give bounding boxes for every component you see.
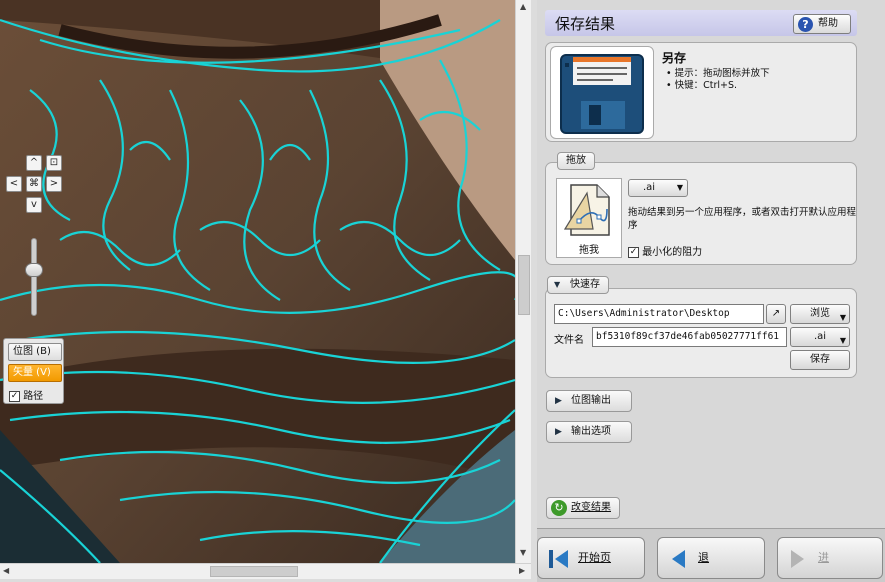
- forward-label: 进: [818, 551, 829, 564]
- chevron-down-icon: ▼: [676, 183, 683, 192]
- output-options-button[interactable]: ▶ 输出选项: [546, 421, 632, 443]
- path-toggle[interactable]: ✓ 路径: [9, 387, 43, 402]
- save-button[interactable]: 保存: [790, 350, 850, 370]
- drag-format-value: .ai: [643, 182, 656, 193]
- path-checkbox[interactable]: ✓: [9, 390, 20, 402]
- open-folder-button[interactable]: ↗: [766, 304, 786, 324]
- quick-format-value: .ai: [813, 331, 827, 342]
- zoom-slider-handle[interactable]: [25, 263, 43, 277]
- scroll-right-arrow[interactable]: ▶: [519, 566, 525, 575]
- pan-down-button[interactable]: v: [26, 197, 42, 213]
- quick-save-tab[interactable]: ▼ 快速存: [547, 276, 609, 294]
- save-result-panel: 保存结果 ? 帮助 另存 • 提示：拖动图标并放下 • 快键：Ctrl+S. 拖…: [537, 0, 885, 582]
- collapse-triangle-icon: ▼: [554, 280, 561, 289]
- save-as-drag-icon[interactable]: [550, 46, 654, 139]
- minimize-resistance-option[interactable]: ✓ 最小化的阻力: [628, 243, 702, 258]
- scroll-down-arrow[interactable]: ▼: [520, 548, 526, 557]
- start-page-label: 开始页: [578, 551, 611, 564]
- help-button[interactable]: ? 帮助: [793, 14, 851, 34]
- scroll-left-arrow[interactable]: ◀: [3, 566, 9, 575]
- save-as-title: 另存: [662, 51, 687, 65]
- fit-view-button[interactable]: ⊡: [46, 155, 62, 171]
- change-result-button[interactable]: ↻ 改变结果: [546, 497, 620, 519]
- filename-field[interactable]: bf5310f89cf37de46fab05027771ff61: [592, 327, 787, 347]
- bitmap-output-label: 位图输出: [571, 395, 611, 406]
- scroll-up-arrow[interactable]: ▲: [520, 2, 526, 11]
- chevron-down-icon: ▼: [839, 313, 846, 322]
- forward-arrow-icon: [791, 550, 804, 568]
- start-page-button[interactable]: 开始页: [537, 537, 645, 579]
- zoom-slider-track[interactable]: [31, 238, 37, 316]
- browse-button[interactable]: 浏览 ▼: [790, 304, 850, 324]
- document-vector-icon: [563, 184, 610, 236]
- save-as-tip-shortcut: • 快键：Ctrl+S.: [666, 80, 738, 91]
- app-window: ^ ⊡ < ⌘ > v 位图 (B) 矢量 (V) ✓ 路径 ▲ ▼ ◀ ▶ 保…: [0, 0, 885, 582]
- view-mode-panel: 位图 (B) 矢量 (V) ✓ 路径: [3, 338, 64, 404]
- horizontal-scroll-thumb[interactable]: [210, 566, 298, 577]
- minimize-checkbox[interactable]: ✓: [628, 246, 639, 258]
- floppy-disk-icon: [560, 54, 644, 134]
- drag-me-label: 拖我: [579, 245, 599, 256]
- vector-view-button[interactable]: 矢量 (V): [8, 364, 62, 382]
- output-options-label: 输出选项: [571, 426, 611, 437]
- save-path-field[interactable]: C:\Users\Administrator\Desktop: [554, 304, 764, 324]
- vertical-scroll-thumb[interactable]: [518, 255, 530, 315]
- bitmap-output-button[interactable]: ▶ 位图输出: [546, 390, 632, 412]
- vector-preview-canvas[interactable]: ^ ⊡ < ⌘ > v 位图 (B) 矢量 (V) ✓ 路径: [0, 0, 515, 563]
- first-page-icon: [549, 550, 568, 568]
- filename-label: 文件名: [554, 335, 584, 346]
- drag-section-tab: 拖放: [557, 152, 595, 170]
- center-view-button[interactable]: ⌘: [26, 176, 42, 192]
- panel-title: 保存结果: [555, 15, 616, 33]
- browse-label: 浏览: [810, 308, 830, 319]
- panel-title-bar: 保存结果 ? 帮助: [545, 10, 857, 36]
- forward-button[interactable]: 进: [777, 537, 883, 579]
- bitmap-view-button[interactable]: 位图 (B): [8, 343, 62, 361]
- back-label: 退: [698, 551, 709, 564]
- vertical-scrollbar[interactable]: ▲ ▼: [515, 0, 531, 563]
- quick-save-tab-label: 快速存: [570, 279, 600, 290]
- pan-right-button[interactable]: >: [46, 176, 62, 192]
- back-arrow-icon: [672, 550, 685, 568]
- drag-description: 拖动结果到另一个应用程序，或者双击打开默认应用程序: [628, 207, 857, 231]
- drag-me-icon[interactable]: 拖我: [556, 178, 622, 258]
- chevron-down-icon: ▼: [839, 336, 846, 345]
- help-icon: ?: [798, 17, 813, 32]
- expand-triangle-icon: ▶: [555, 396, 562, 406]
- traced-image-preview: [0, 0, 515, 563]
- path-label: 路径: [23, 391, 44, 402]
- change-result-label: 改变结果: [571, 502, 611, 513]
- drag-format-dropdown[interactable]: .ai ▼: [628, 179, 688, 197]
- quick-format-dropdown[interactable]: .ai ▼: [790, 327, 850, 347]
- pan-up-button[interactable]: ^: [26, 155, 42, 171]
- minimize-label: 最小化的阻力: [642, 247, 703, 258]
- save-as-card: 另存 • 提示：拖动图标并放下 • 快键：Ctrl+S.: [545, 42, 857, 142]
- help-label: 帮助: [818, 18, 838, 29]
- pan-left-button[interactable]: <: [6, 176, 22, 192]
- horizontal-scrollbar[interactable]: ◀ ▶: [0, 563, 531, 579]
- external-link-icon: ↗: [771, 308, 781, 319]
- expand-triangle-icon: ▶: [555, 427, 562, 437]
- drag-drop-card: 拖我 .ai ▼ 拖动结果到另一个应用程序，或者双击打开默认应用程序 ✓ 最小化…: [545, 162, 857, 265]
- wizard-footer: 开始页 退 进: [537, 528, 885, 582]
- back-button[interactable]: 退: [657, 537, 765, 579]
- quick-save-card: C:\Users\Administrator\Desktop ↗ 浏览 ▼ 文件…: [545, 288, 857, 378]
- refresh-icon: ↻: [551, 500, 567, 516]
